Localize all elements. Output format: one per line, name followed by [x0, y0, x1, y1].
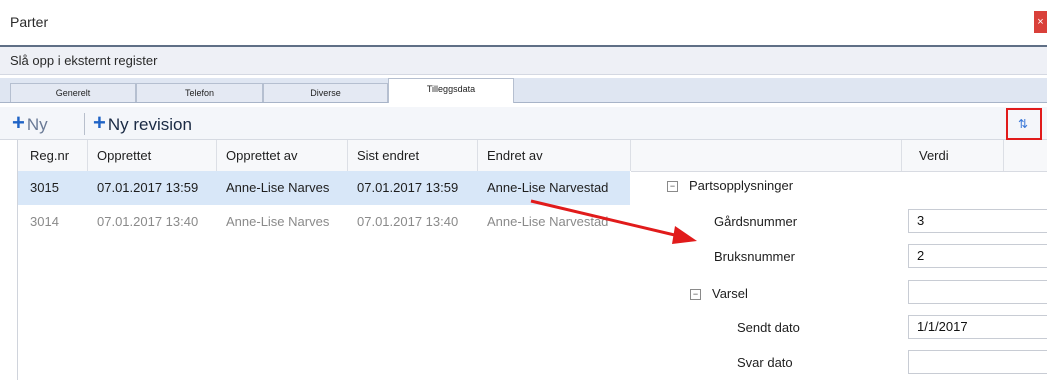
varsel-field[interactable] [908, 280, 1047, 304]
cell-opprettet: 07.01.2017 13:59 [97, 180, 199, 195]
cell-opprettet: 07.01.2017 13:40 [97, 214, 199, 229]
window-title: Parter [10, 14, 49, 30]
column-divider [901, 140, 902, 171]
group-partsopplysninger: Partsopplysninger [689, 178, 794, 193]
tab-generelt[interactable]: Generelt [10, 83, 136, 102]
column-divider [347, 140, 348, 171]
layout-toggle-button[interactable]: ⇅ [1006, 108, 1042, 140]
window-titlebar: Parter × [0, 0, 1047, 47]
new-revision-label: Ny revision [107, 115, 192, 134]
column-header-sist-endret[interactable]: Sist endret [357, 148, 419, 163]
close-icon[interactable]: × [1034, 11, 1047, 33]
lookup-bar: Slå opp i eksternt register [0, 47, 1047, 75]
label-sendt-dato: Sendt dato [737, 320, 800, 335]
cell-opprettet-av: Anne-Lise Narves [226, 214, 330, 229]
value-column-header[interactable]: Verdi [919, 148, 949, 163]
cell-reg-nr: 3014 [30, 214, 59, 229]
tab-diverse[interactable]: Diverse [263, 83, 388, 102]
column-header-opprettet[interactable]: Opprettet [97, 148, 151, 163]
cell-endret-av: Anne-Lise Narvestad [487, 180, 609, 195]
grid-header: Reg.nr Opprettet Opprettet av Sist endre… [18, 140, 630, 172]
new-revision-button[interactable]: + Ny revision [93, 111, 192, 135]
collapse-icon[interactable]: − [667, 181, 678, 192]
cell-sist-endret: 07.01.2017 13:40 [357, 214, 459, 229]
sendt-dato-field[interactable]: 1/1/2017 [908, 315, 1047, 339]
annotation-arrow [530, 199, 697, 244]
lookup-external-register-link[interactable]: Slå opp i eksternt register [10, 53, 157, 68]
column-divider [477, 140, 478, 171]
svar-dato-field[interactable] [908, 350, 1047, 374]
column-divider [1003, 140, 1004, 171]
new-button[interactable]: + Ny [12, 111, 48, 135]
gardsnummer-field[interactable]: 3 [908, 209, 1047, 233]
toolbar-separator [84, 113, 85, 135]
new-button-label: Ny [26, 115, 48, 134]
tab-tilleggsdata[interactable]: Tilleggsdata [388, 78, 514, 103]
column-header-endret-av[interactable]: Endret av [487, 148, 543, 163]
cell-reg-nr: 3015 [30, 180, 59, 195]
tab-strip: Generelt Telefon Diverse Tilleggsdata [0, 78, 1047, 103]
label-bruksnummer: Bruksnummer [714, 249, 795, 264]
label-svar-dato: Svar dato [737, 355, 793, 370]
property-panel-header: Verdi [631, 140, 1047, 172]
tab-telefon[interactable]: Telefon [136, 83, 263, 102]
cell-opprettet-av: Anne-Lise Narves [226, 180, 330, 195]
column-header-opprettet-av[interactable]: Opprettet av [226, 148, 298, 163]
column-divider [87, 140, 88, 171]
cell-sist-endret: 07.01.2017 13:59 [357, 180, 459, 195]
plus-icon: + [12, 110, 25, 135]
column-header-reg-nr[interactable]: Reg.nr [30, 148, 69, 163]
toolbar: + Ny + Ny revision [0, 107, 1047, 140]
collapse-icon[interactable]: − [690, 289, 701, 300]
column-divider [216, 140, 217, 171]
bruksnummer-field[interactable]: 2 [908, 244, 1047, 268]
plus-icon: + [93, 110, 106, 135]
group-varsel: Varsel [712, 286, 748, 301]
label-gardsnummer: Gårdsnummer [714, 214, 798, 229]
layout-toggle-icon: ⇅ [1018, 117, 1029, 131]
